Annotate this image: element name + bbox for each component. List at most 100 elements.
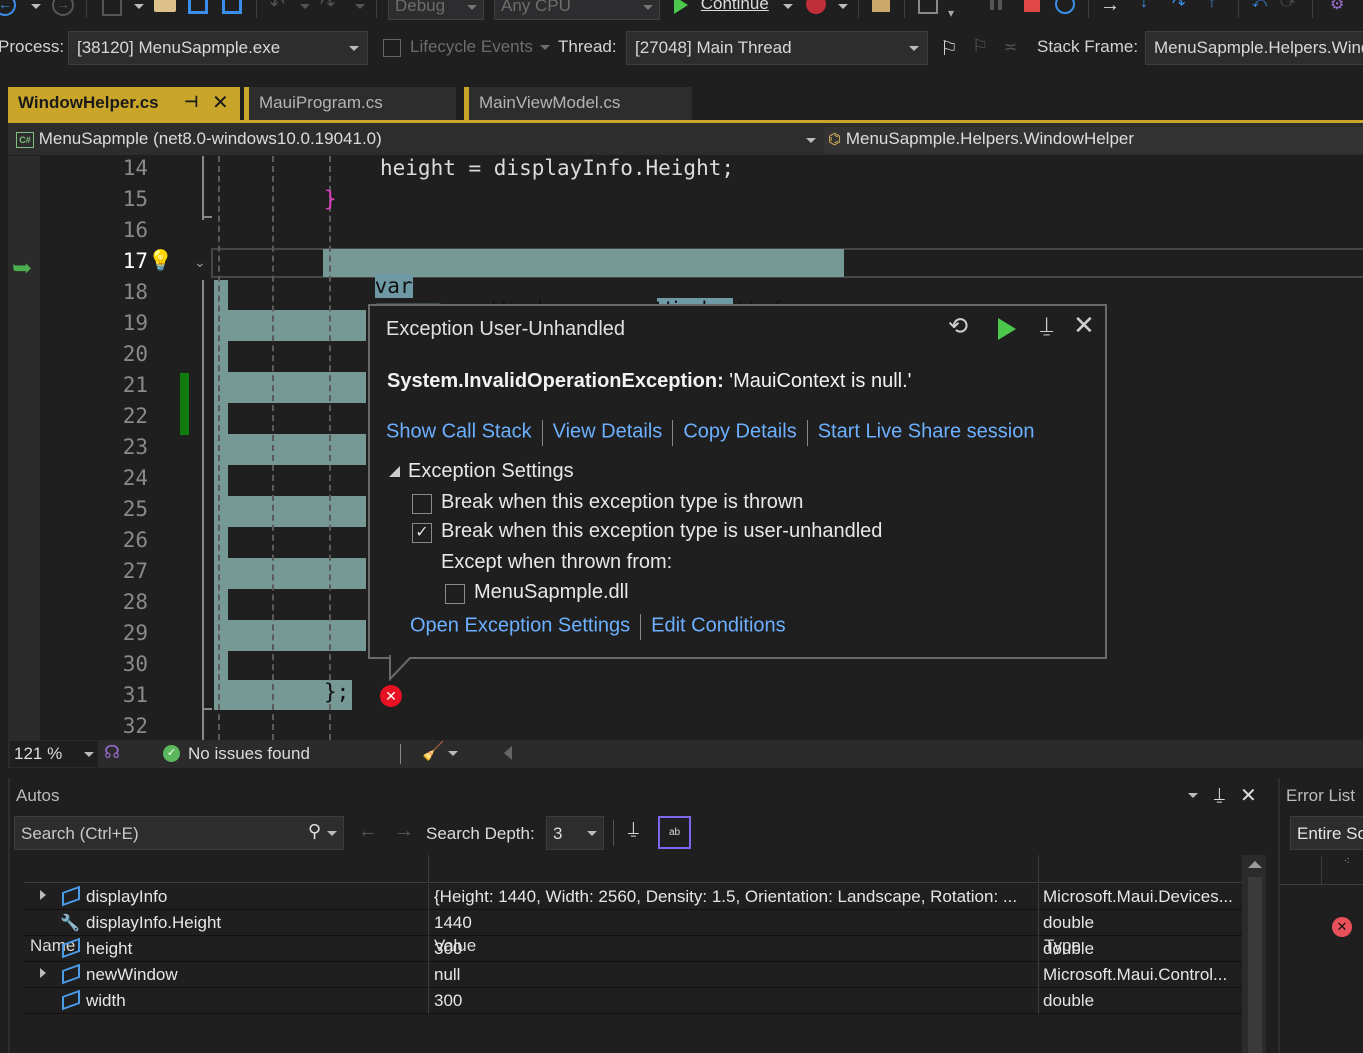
browse-icon[interactable]: [872, 0, 890, 12]
class-dropdown[interactable]: ⌬ MenuSapmple.Helpers.WindowHelper: [824, 127, 1363, 153]
search-depth-combo[interactable]: 3: [546, 816, 604, 850]
break-when-thrown-checkbox[interactable]: [412, 494, 432, 514]
variable-value[interactable]: 300: [434, 939, 1034, 959]
pause-icon[interactable]: [990, 0, 994, 10]
edit-conditions-link[interactable]: Edit Conditions: [651, 614, 786, 636]
tab-mauiprogram[interactable]: MauiProgram.cs: [244, 87, 456, 121]
error-marker-icon[interactable]: ✕: [380, 685, 402, 707]
column-divider[interactable]: [428, 855, 429, 883]
flag-threads-icon[interactable]: ⚐: [972, 36, 988, 57]
filter-icon[interactable]: ⁖: [1344, 856, 1350, 867]
step-over-icon[interactable]: ↷: [1172, 0, 1185, 14]
save-all-icon[interactable]: [222, 0, 242, 14]
expand-icon[interactable]: [40, 968, 46, 978]
copy-details-link[interactable]: Copy Details: [683, 420, 796, 442]
column-divider[interactable]: [1038, 855, 1039, 883]
pinned-properties-filter-icon[interactable]: ⍊: [628, 818, 639, 839]
pin-icon[interactable]: ⍊: [1040, 312, 1053, 338]
flag-thread-icon[interactable]: ⚐: [940, 36, 958, 61]
home-window-icon[interactable]: [918, 0, 938, 14]
diagnostics-icon[interactable]: ⚙: [1330, 0, 1344, 14]
intellicode-icon[interactable]: ☊: [104, 742, 120, 763]
lifecycle-dropdown-icon[interactable]: [540, 45, 550, 50]
module-label[interactable]: MenuSapmple.dll: [474, 581, 629, 604]
continue-icon[interactable]: [998, 318, 1016, 340]
step-back-icon[interactable]: ⤺: [1252, 0, 1267, 11]
search-back-icon[interactable]: ←: [358, 820, 378, 843]
show-next-statement-icon[interactable]: →: [1100, 0, 1120, 17]
configuration-combo[interactable]: Debug: [388, 0, 484, 20]
redo-icon[interactable]: ↷: [320, 0, 335, 15]
close-icon[interactable]: ✕: [1073, 310, 1095, 341]
navigate-back-icon[interactable]: ←: [0, 0, 16, 16]
hot-reload-dropdown-icon[interactable]: [838, 4, 848, 9]
search-dropdown-icon[interactable]: [327, 831, 337, 836]
show-call-stack-link[interactable]: Show Call Stack: [386, 420, 532, 442]
hot-reload-icon[interactable]: [806, 0, 826, 14]
restart-icon[interactable]: [1055, 0, 1075, 14]
undo-icon[interactable]: ↶: [270, 0, 285, 15]
collapse-triangle-icon[interactable]: [389, 466, 400, 477]
tab-mainviewmodel[interactable]: MainViewModel.cs: [464, 87, 692, 121]
autos-row[interactable]: newWindow null Microsoft.Maui.Control...: [24, 962, 1242, 988]
error-icon[interactable]: ✕: [1332, 917, 1352, 937]
variable-value[interactable]: 300: [434, 991, 1034, 1011]
thread-combo[interactable]: [27048] Main Thread: [626, 31, 928, 65]
history-icon[interactable]: ⟲: [948, 312, 968, 341]
variable-value[interactable]: {Height: 1440, Width: 2560, Density: 1.5…: [434, 887, 1034, 907]
autos-row[interactable]: 🔧 displayInfo.Height 1440 double: [24, 910, 1242, 936]
process-combo[interactable]: [38120] MenuSapmple.exe: [68, 31, 368, 65]
new-project-dropdown-icon[interactable]: [134, 4, 144, 9]
scroll-up-icon[interactable]: [1248, 861, 1262, 868]
show-raw-structure-icon[interactable]: ab: [658, 816, 691, 849]
variable-value[interactable]: null: [434, 965, 1034, 985]
lightbulb-icon[interactable]: 💡: [148, 248, 173, 273]
back-dropdown-icon[interactable]: [31, 4, 41, 9]
new-project-icon[interactable]: [102, 0, 122, 16]
lifecycle-events-button[interactable]: Lifecycle Events: [410, 37, 533, 57]
undo-dropdown-icon[interactable]: [300, 4, 310, 9]
issues-status[interactable]: No issues found: [188, 744, 310, 764]
pin-window-icon[interactable]: ⍊: [1214, 784, 1225, 805]
break-when-thrown-label[interactable]: Break when this exception type is thrown: [441, 491, 803, 514]
autos-row[interactable]: width 300 double: [24, 988, 1242, 1014]
continue-button[interactable]: Continue: [674, 0, 769, 14]
redo-dropdown-icon[interactable]: [355, 4, 365, 9]
stop-icon[interactable]: [1024, 0, 1040, 12]
navigate-forward-icon[interactable]: →: [52, 0, 74, 16]
vertical-scrollbar[interactable]: [1242, 855, 1266, 1053]
collapse-chevron-icon[interactable]: ⌄: [194, 254, 206, 271]
variable-value[interactable]: 1440: [434, 913, 1034, 933]
close-tab-icon[interactable]: ✕: [212, 90, 229, 115]
platform-combo[interactable]: Any CPU: [494, 0, 660, 20]
code-cleanup-icon[interactable]: 🧹: [422, 741, 444, 762]
step-forward-icon[interactable]: ⤻: [1280, 0, 1295, 11]
zoom-combo[interactable]: 121 %: [10, 741, 98, 767]
open-folder-icon[interactable]: [154, 0, 176, 12]
stack-frame-combo[interactable]: MenuSapmple.Helpers.WindowHelper: [1145, 31, 1363, 65]
close-window-icon[interactable]: ✕: [1240, 783, 1257, 808]
show-threads-in-source-icon[interactable]: ≍: [1004, 37, 1017, 57]
tab-windowhelper[interactable]: WindowHelper.cs ⊣ ✕: [8, 87, 240, 121]
expand-icon[interactable]: [40, 890, 46, 900]
search-icon[interactable]: ⚲: [308, 821, 321, 842]
scrollbar-thumb[interactable]: [1248, 877, 1262, 1053]
overflow-icon[interactable]: ▾: [948, 6, 954, 20]
continue-dropdown-icon[interactable]: [783, 4, 793, 9]
live-share-link[interactable]: Start Live Share session: [818, 420, 1035, 442]
exception-settings-header[interactable]: Exception Settings: [408, 460, 574, 483]
cleanup-dropdown-icon[interactable]: [448, 751, 458, 756]
error-scope-combo[interactable]: Entire So: [1290, 816, 1363, 850]
save-icon[interactable]: [188, 0, 208, 14]
glyph-margin[interactable]: [8, 156, 40, 740]
search-forward-icon[interactable]: →: [394, 820, 414, 843]
window-position-dropdown-icon[interactable]: [1188, 793, 1198, 798]
open-exception-settings-link[interactable]: Open Exception Settings: [410, 614, 630, 636]
break-when-user-unhandled-label[interactable]: Break when this exception type is user-u…: [441, 520, 882, 543]
break-when-user-unhandled-checkbox[interactable]: ✓: [412, 523, 432, 543]
module-checkbox[interactable]: [445, 584, 465, 604]
autos-row[interactable]: height 300 double: [24, 936, 1242, 962]
project-dropdown[interactable]: C# MenuSapmple (net8.0-windows10.0.19041…: [12, 127, 822, 153]
step-into-icon[interactable]: ↓: [1140, 0, 1148, 12]
scroll-left-icon[interactable]: [504, 746, 512, 760]
